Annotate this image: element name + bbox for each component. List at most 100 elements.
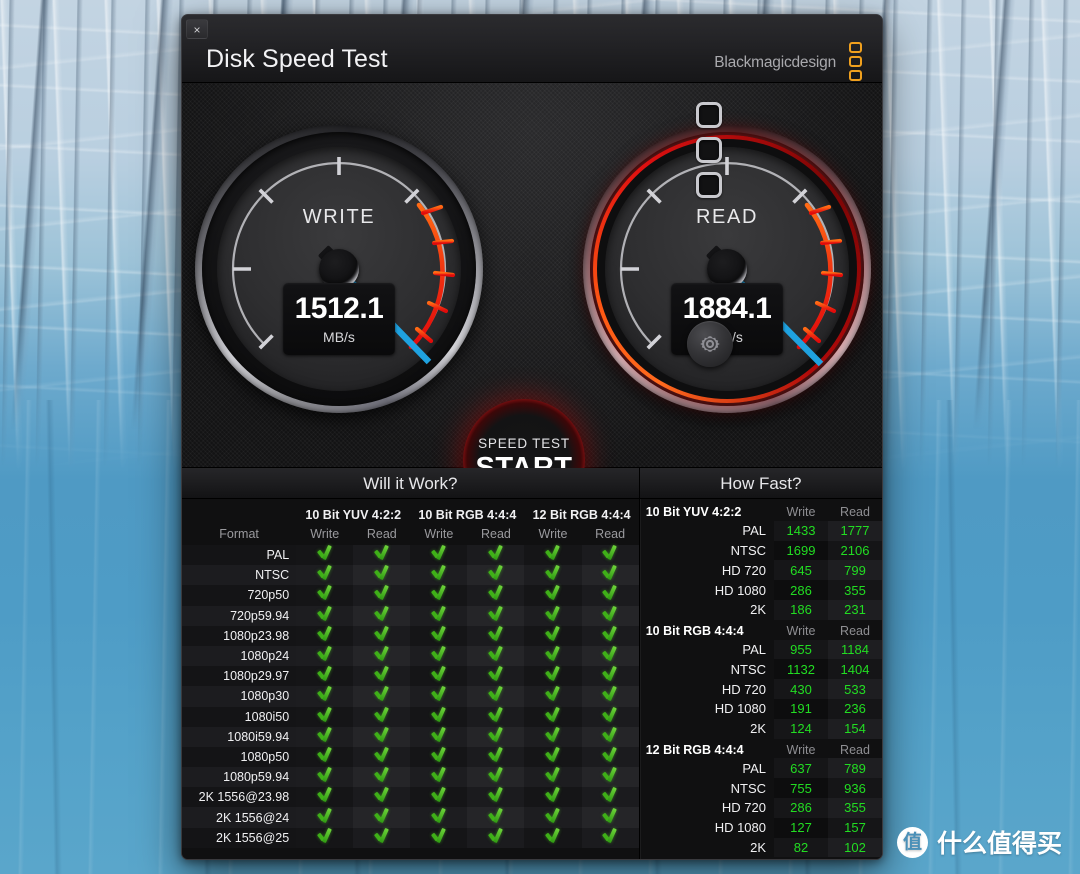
check-icon xyxy=(602,646,618,661)
check-icon xyxy=(374,787,390,802)
table-row: 2K 1556@25 xyxy=(182,827,639,848)
resolution-label: HD 1080 xyxy=(714,582,766,598)
write-speed-value: 127 xyxy=(774,817,828,838)
check-icon xyxy=(374,565,390,580)
check-icon xyxy=(602,828,618,843)
page-title: Disk Speed Test xyxy=(206,45,388,73)
table-row: PAL 637 789 xyxy=(640,758,882,779)
support-cell xyxy=(353,585,411,606)
table-row: NTSC 1132 1404 xyxy=(640,659,882,680)
check-icon xyxy=(602,727,618,742)
write-speed-value: 637 xyxy=(774,758,828,779)
support-cell xyxy=(524,706,582,727)
support-cell xyxy=(524,787,582,808)
support-cell xyxy=(524,686,582,707)
support-cell xyxy=(410,746,468,768)
read-speed-value: 799 xyxy=(828,560,882,581)
support-cell xyxy=(581,666,639,687)
close-icon[interactable]: × xyxy=(186,19,208,39)
check-icon xyxy=(431,545,447,560)
table-row: 2K 124 154 xyxy=(640,718,882,739)
write-gauge: WRITE 1512.1 MB/s xyxy=(195,125,483,413)
check-icon xyxy=(374,747,390,762)
read-speed-value: 231 xyxy=(828,599,882,620)
write-speed-value: 191 xyxy=(774,698,828,719)
check-icon xyxy=(545,686,561,701)
read-column-header: Read xyxy=(840,624,870,639)
check-icon xyxy=(317,646,333,661)
will-it-work-table: 10 Bit YUV 4:2:2 10 Bit RGB 4:4:4 12 Bit… xyxy=(182,499,639,848)
support-cell xyxy=(467,807,525,828)
support-cell xyxy=(581,787,639,808)
check-icon xyxy=(374,686,390,701)
resolution-label: 2K xyxy=(750,721,766,737)
watermark-logo-icon: 值 xyxy=(896,826,928,858)
check-icon xyxy=(317,545,333,560)
write-speed-value: 1132 xyxy=(774,659,828,680)
table-row: 1080p50 xyxy=(182,746,639,768)
check-icon xyxy=(545,565,561,580)
table-row: 720p59.94 xyxy=(182,605,639,626)
support-cell xyxy=(353,807,411,828)
check-icon xyxy=(317,747,333,762)
read-speed-value: 1777 xyxy=(828,520,882,541)
support-cell xyxy=(581,746,639,768)
check-icon xyxy=(545,767,561,782)
support-cell xyxy=(524,666,582,687)
check-icon xyxy=(431,686,447,701)
check-icon xyxy=(602,545,618,560)
table-row: HD 1080 127 157 xyxy=(640,817,882,838)
check-icon xyxy=(431,565,447,580)
resolution-label: 2K xyxy=(750,839,766,855)
check-icon xyxy=(545,606,561,621)
check-icon xyxy=(317,666,333,681)
disk-speed-test-window: × Disk Speed Test Blackmagicdesign WRITE… xyxy=(181,14,883,860)
sub-header-read-1: Read xyxy=(481,527,511,541)
support-cell xyxy=(581,585,639,606)
support-cell xyxy=(467,625,525,646)
check-icon xyxy=(545,545,561,560)
support-cell xyxy=(524,625,582,646)
table-row: NTSC 1699 2106 xyxy=(640,540,882,561)
support-cell xyxy=(581,767,639,788)
table-row: PAL xyxy=(182,545,639,566)
support-cell xyxy=(581,605,639,626)
support-cell xyxy=(467,787,525,808)
resolution-label: 2K xyxy=(750,602,766,618)
check-icon xyxy=(488,626,504,641)
group-header-0: 10 Bit YUV 4:2:2 xyxy=(305,508,402,522)
check-icon xyxy=(602,606,618,621)
support-cell xyxy=(467,827,525,848)
resolution-label: HD 720 xyxy=(721,681,766,697)
how-fast-section-header: 10 Bit RGB 4:4:4 Write Read xyxy=(640,620,882,640)
support-cell xyxy=(467,686,525,707)
brand-label: Blackmagicdesign xyxy=(714,54,836,71)
support-cell xyxy=(353,666,411,687)
support-cell xyxy=(581,645,639,667)
watermark-text: 什么值得买 xyxy=(936,829,1062,858)
support-cell xyxy=(524,767,582,788)
read-gauge: READ 1884.1 MB/s xyxy=(579,121,875,417)
table-row: HD 1080 286 355 xyxy=(640,580,882,600)
write-column-header: Write xyxy=(786,505,816,520)
write-speed-value: 286 xyxy=(774,797,828,818)
blackmagic-logo-icon xyxy=(849,42,862,81)
check-icon xyxy=(545,707,561,722)
settings-button[interactable] xyxy=(687,321,733,367)
check-icon xyxy=(374,727,390,742)
support-cell xyxy=(524,746,582,768)
support-cell xyxy=(410,726,468,747)
check-icon xyxy=(431,787,447,802)
support-cell xyxy=(353,545,411,566)
read-speed-value: 102 xyxy=(828,837,882,858)
write-gauge-label: WRITE xyxy=(302,206,376,228)
support-cell xyxy=(353,686,411,707)
title-bar: × Disk Speed Test Blackmagicdesign xyxy=(182,15,882,83)
write-speed-value: 124 xyxy=(774,718,828,739)
read-speed-value: 1404 xyxy=(828,659,882,680)
check-icon xyxy=(488,707,504,722)
check-icon xyxy=(431,646,447,661)
format-label: 1080p50 xyxy=(182,746,297,768)
support-cell xyxy=(467,565,525,586)
support-cell xyxy=(296,746,354,768)
